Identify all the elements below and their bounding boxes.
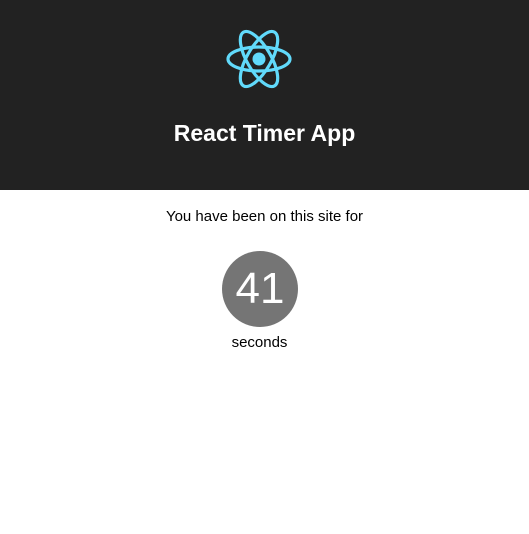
app-header: React Timer App <box>0 0 529 190</box>
seconds-value: 41 <box>235 264 285 313</box>
app-root: React Timer App You have been on this si… <box>0 0 529 534</box>
seconds-unit-label: seconds <box>231 334 288 351</box>
app-title: React Timer App <box>173 120 356 146</box>
timer-intro-text: You have been on this site for <box>165 208 364 225</box>
seconds-counter-badge: 41 <box>222 251 298 327</box>
react-atom-icon <box>226 29 292 89</box>
